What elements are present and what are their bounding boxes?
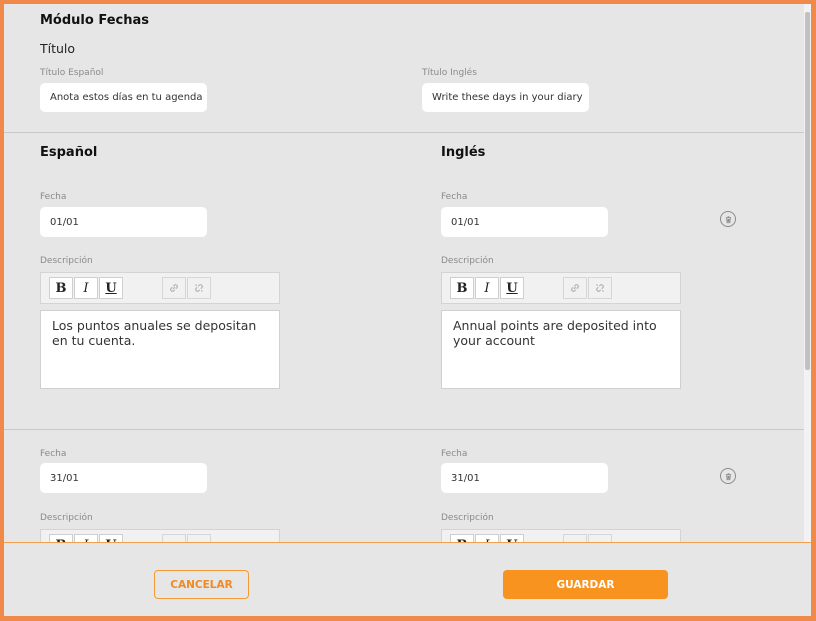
editor-toolbar: B I U bbox=[40, 272, 280, 304]
date-label: Fecha bbox=[40, 449, 67, 459]
bold-button[interactable]: B bbox=[49, 534, 73, 542]
bold-button[interactable]: B bbox=[49, 277, 73, 299]
date-input-en[interactable]: 31/01 bbox=[441, 463, 608, 493]
underline-button[interactable]: U bbox=[500, 277, 524, 299]
link-icon[interactable] bbox=[162, 277, 186, 299]
description-label: Descripción bbox=[441, 256, 494, 266]
underline-button[interactable]: U bbox=[500, 534, 524, 542]
description-label: Descripción bbox=[441, 513, 494, 523]
english-column-heading: Inglés bbox=[441, 145, 486, 160]
bold-button[interactable]: B bbox=[450, 277, 474, 299]
scroll-content[interactable]: Módulo Fechas Título Título Español Anot… bbox=[4, 4, 804, 542]
cancel-button[interactable]: CANCELAR bbox=[154, 570, 249, 599]
date-label: Fecha bbox=[441, 449, 468, 459]
date-input-en[interactable]: 01/01 bbox=[441, 207, 608, 237]
unlink-icon[interactable] bbox=[187, 277, 211, 299]
trash-icon[interactable] bbox=[720, 211, 736, 227]
divider bbox=[4, 429, 804, 430]
bold-button[interactable]: B bbox=[450, 534, 474, 542]
save-button[interactable]: GUARDAR bbox=[503, 570, 668, 599]
description-textarea[interactable]: Annual points are deposited into your ac… bbox=[441, 310, 681, 389]
italic-button[interactable]: I bbox=[74, 534, 98, 542]
date-input-es[interactable]: 31/01 bbox=[40, 463, 207, 493]
unlink-icon[interactable] bbox=[187, 534, 211, 542]
italic-button[interactable]: I bbox=[475, 534, 499, 542]
unlink-icon[interactable] bbox=[588, 277, 612, 299]
scrollbar-thumb[interactable] bbox=[805, 12, 810, 370]
date-label: Fecha bbox=[40, 192, 67, 202]
date-input-es[interactable]: 01/01 bbox=[40, 207, 207, 237]
trash-icon[interactable] bbox=[720, 468, 736, 484]
title-en-input[interactable]: Write these days in your diary bbox=[422, 83, 589, 112]
editor-toolbar: B I U bbox=[441, 272, 681, 304]
italic-button[interactable]: I bbox=[74, 277, 98, 299]
dates-module-dialog: Módulo Fechas Título Título Español Anot… bbox=[4, 4, 811, 616]
editor-toolbar: B I U bbox=[441, 529, 681, 542]
underline-button[interactable]: U bbox=[99, 277, 123, 299]
link-icon[interactable] bbox=[162, 534, 186, 542]
spanish-column-heading: Español bbox=[40, 145, 98, 160]
vertical-scrollbar[interactable] bbox=[804, 4, 811, 542]
title-es-label: Título Español bbox=[40, 68, 104, 78]
italic-button[interactable]: I bbox=[475, 277, 499, 299]
title-es-input[interactable]: Anota estos días en tu agenda bbox=[40, 83, 207, 112]
module-title: Módulo Fechas bbox=[40, 13, 149, 28]
description-textarea[interactable]: Los puntos anuales se depositan en tu cu… bbox=[40, 310, 280, 389]
underline-button[interactable]: U bbox=[99, 534, 123, 542]
dialog-footer: CANCELAR GUARDAR bbox=[4, 542, 811, 616]
title-en-label: Título Inglés bbox=[422, 68, 477, 78]
divider bbox=[4, 132, 804, 133]
description-label: Descripción bbox=[40, 513, 93, 523]
link-icon[interactable] bbox=[563, 534, 587, 542]
link-icon[interactable] bbox=[563, 277, 587, 299]
date-label: Fecha bbox=[441, 192, 468, 202]
editor-toolbar: B I U bbox=[40, 529, 280, 542]
description-label: Descripción bbox=[40, 256, 93, 266]
title-section-label: Título bbox=[40, 41, 76, 56]
unlink-icon[interactable] bbox=[588, 534, 612, 542]
